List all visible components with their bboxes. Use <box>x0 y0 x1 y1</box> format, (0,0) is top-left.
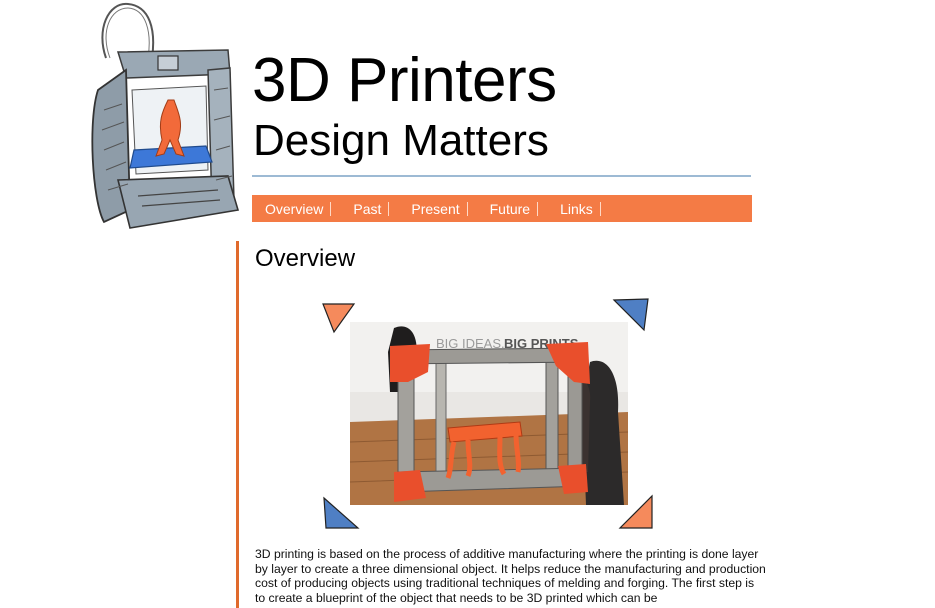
header-divider <box>252 175 751 177</box>
3d-printer-logo-icon <box>91 2 240 229</box>
main-nav: Overview Past Present Future Links <box>252 195 752 222</box>
site-subtitle: Design Matters <box>253 116 549 165</box>
big-3d-printer-photo: BIG IDEAS. BIG PRINTS <box>350 322 628 505</box>
nav-item-future[interactable]: Future <box>490 201 539 216</box>
content-border <box>236 241 239 608</box>
photo-frame: BIG IDEAS. BIG PRINTS <box>320 296 656 534</box>
nav-item-links[interactable]: Links <box>560 201 601 216</box>
section-title: Overview <box>255 245 356 272</box>
nav-item-present[interactable]: Present <box>411 201 468 216</box>
overview-paragraph: 3D printing is based on the process of a… <box>255 547 766 605</box>
site-title: 3D Printers <box>252 46 557 115</box>
nav-item-overview[interactable]: Overview <box>265 201 332 216</box>
nav-item-past[interactable]: Past <box>353 201 390 216</box>
